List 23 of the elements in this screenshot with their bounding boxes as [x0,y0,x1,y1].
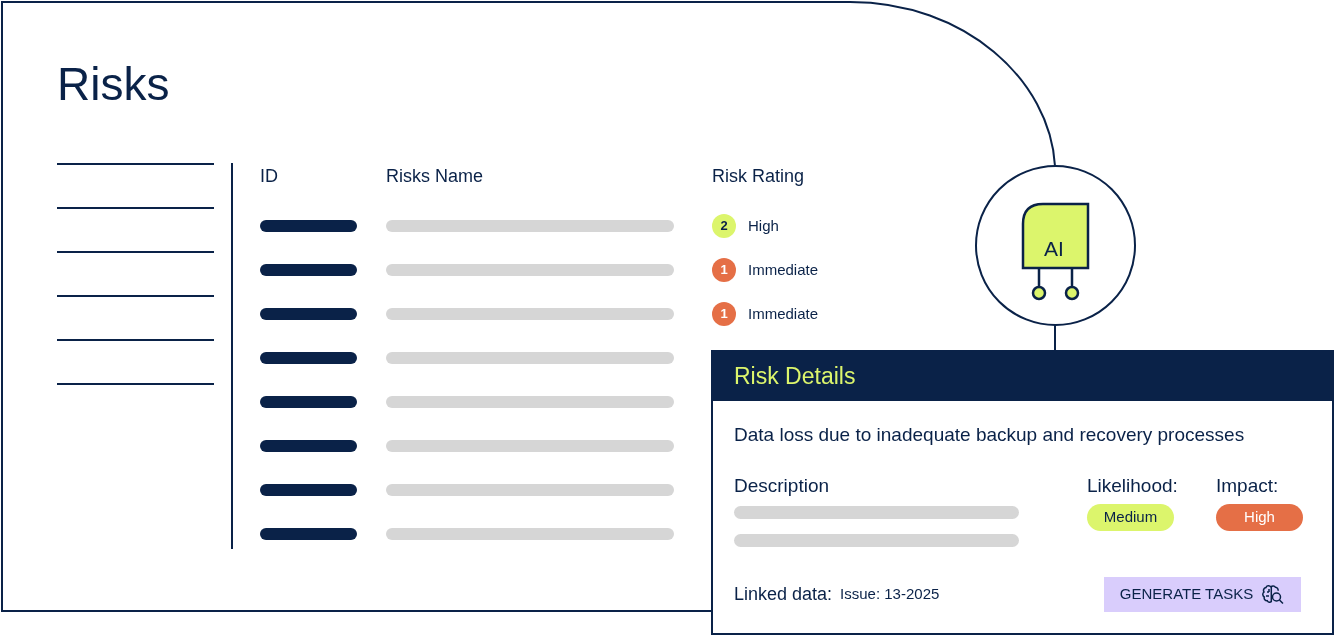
linked-data-label: Linked data: [734,583,833,606]
column-header: Risk Rating [712,164,805,188]
rating-count-badge: 2 [712,214,736,238]
ai-chip-icon [1020,201,1091,302]
impact-label: Impact: [1216,474,1279,498]
description-label: Description [734,474,831,498]
rating-label: Immediate [748,303,819,324]
rating-count-badge: 1 [712,302,736,326]
linked-data-value: Issue: 13-2025 [840,584,940,605]
column-header: ID [260,164,279,188]
rating-label: High [748,215,779,236]
impact-pill: High [1216,504,1303,531]
generate-tasks-button[interactable]: GENERATE TASKS [1104,577,1301,612]
likelihood-label: Likelihood: [1087,474,1178,498]
brain-search-icon [1261,583,1286,606]
ai-label: AI [1044,236,1064,262]
rating-count-badge: 1 [712,258,736,282]
likelihood-pill: Medium [1087,504,1174,531]
risk-name: Data loss due to inadequate backup and recovery processes [734,423,1246,447]
column-header: Risks Name [386,164,484,188]
rating-label: Immediate [748,259,819,280]
card-title: Risk Details [734,362,856,392]
page-title: Risks [57,57,171,112]
